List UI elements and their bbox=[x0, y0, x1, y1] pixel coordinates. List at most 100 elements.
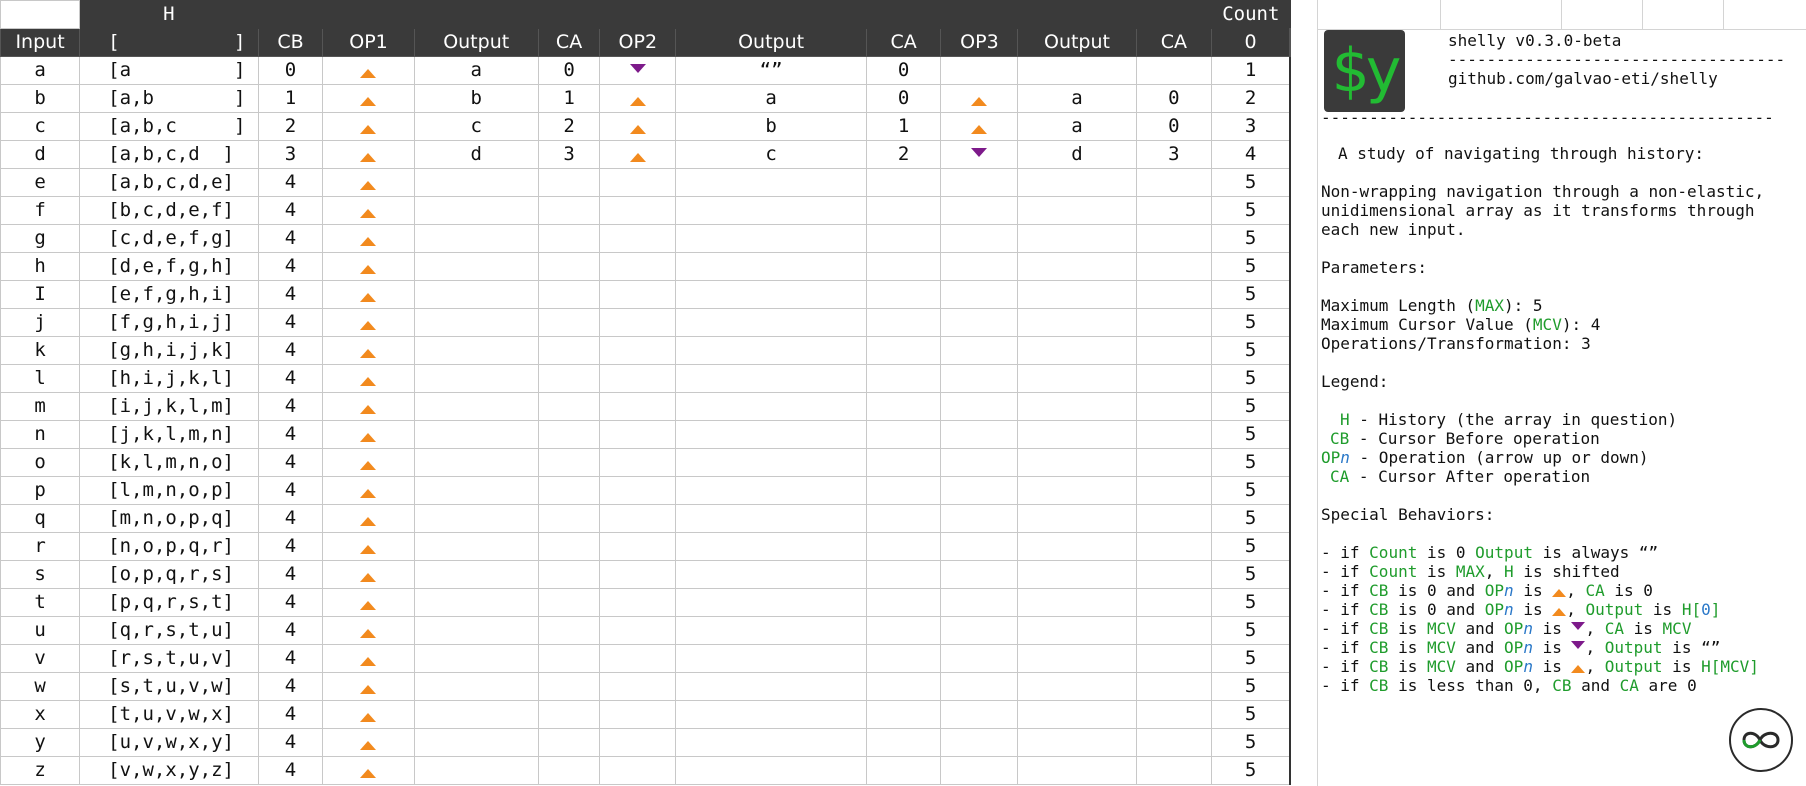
cell-cb[interactable]: 4 bbox=[257, 392, 324, 421]
cell-op2[interactable] bbox=[599, 700, 677, 729]
cell-op1[interactable] bbox=[322, 616, 415, 645]
cell-ca3[interactable] bbox=[1135, 364, 1213, 393]
cell-op2[interactable] bbox=[599, 196, 677, 225]
cell-out1[interactable] bbox=[413, 168, 539, 197]
cell-ca3[interactable] bbox=[1135, 392, 1213, 421]
cell-op3[interactable] bbox=[940, 560, 1019, 589]
cell-out3[interactable] bbox=[1017, 392, 1137, 421]
cell-cb[interactable]: 4 bbox=[257, 252, 324, 281]
cell-cb[interactable]: 4 bbox=[257, 420, 324, 449]
count-group-header[interactable]: Count bbox=[1211, 0, 1291, 29]
cell-op2[interactable] bbox=[599, 448, 677, 477]
cell-op2[interactable] bbox=[599, 112, 677, 141]
cell-ca3[interactable] bbox=[1135, 280, 1213, 309]
cell-ca2[interactable] bbox=[865, 560, 942, 589]
cell-op1[interactable] bbox=[322, 84, 415, 113]
cell-count[interactable]: 5 bbox=[1211, 504, 1292, 533]
cell-h[interactable]: [t,u,v,w,x] bbox=[79, 700, 259, 729]
cell-count[interactable]: 5 bbox=[1211, 756, 1292, 785]
cell-op3[interactable] bbox=[940, 672, 1019, 701]
cell-ca1[interactable] bbox=[537, 196, 601, 225]
header-output-2[interactable]: Output bbox=[675, 28, 867, 57]
cell-ca1[interactable] bbox=[537, 644, 601, 673]
cell-out3[interactable] bbox=[1017, 560, 1137, 589]
cell-input[interactable]: I bbox=[0, 280, 81, 309]
cell-count[interactable]: 5 bbox=[1211, 616, 1292, 645]
cell-out1[interactable] bbox=[413, 756, 539, 785]
cell-op2[interactable] bbox=[599, 672, 677, 701]
cell-input[interactable]: q bbox=[0, 504, 81, 533]
cell-ca3[interactable] bbox=[1135, 644, 1213, 673]
cell-ca1[interactable] bbox=[537, 168, 601, 197]
cell-op1[interactable] bbox=[322, 392, 415, 421]
cell-op1[interactable] bbox=[322, 364, 415, 393]
cell-op3[interactable] bbox=[940, 448, 1019, 477]
cell-out3[interactable] bbox=[1017, 504, 1137, 533]
cell-ca3[interactable] bbox=[1135, 672, 1213, 701]
cell-ca3[interactable] bbox=[1135, 420, 1213, 449]
cell-input[interactable]: o bbox=[0, 448, 81, 477]
cell-input[interactable]: x bbox=[0, 700, 81, 729]
cell-out3[interactable]: a bbox=[1017, 84, 1137, 113]
cell-op3[interactable] bbox=[940, 644, 1019, 673]
cell-h[interactable]: [q,r,s,t,u] bbox=[79, 616, 259, 645]
cell-h[interactable]: [g,h,i,j,k] bbox=[79, 336, 259, 365]
cell-input[interactable]: c bbox=[0, 112, 81, 141]
cell-op2[interactable] bbox=[599, 588, 677, 617]
cell-ca1[interactable] bbox=[537, 280, 601, 309]
cell-ca2[interactable] bbox=[865, 616, 942, 645]
cell-ca3[interactable] bbox=[1135, 532, 1213, 561]
h-group-header[interactable]: H bbox=[79, 0, 259, 29]
cell-input[interactable]: p bbox=[0, 476, 81, 505]
cell-count[interactable]: 5 bbox=[1211, 476, 1292, 505]
header-count[interactable]: 0 bbox=[1211, 28, 1292, 57]
cell-op1[interactable] bbox=[322, 224, 415, 253]
cell-h[interactable]: [j,k,l,m,n] bbox=[79, 420, 259, 449]
header-input[interactable]: Input bbox=[0, 28, 81, 57]
cell-out1[interactable]: a bbox=[413, 56, 539, 85]
cell-input[interactable]: l bbox=[0, 364, 81, 393]
cell-h[interactable]: [f,g,h,i,j] bbox=[79, 308, 259, 337]
cell-ca2[interactable] bbox=[865, 168, 942, 197]
cell-count[interactable]: 4 bbox=[1211, 140, 1292, 169]
cell-cb[interactable]: 4 bbox=[257, 728, 324, 757]
cell-out1[interactable] bbox=[413, 448, 539, 477]
cell-out3[interactable] bbox=[1017, 728, 1137, 757]
cell-ca2[interactable] bbox=[865, 588, 942, 617]
header-output-3[interactable]: Output bbox=[1017, 28, 1137, 57]
cell-out3[interactable] bbox=[1017, 252, 1137, 281]
cell-count[interactable]: 5 bbox=[1211, 252, 1292, 281]
cell-out1[interactable] bbox=[413, 700, 539, 729]
cell-op2[interactable] bbox=[599, 392, 677, 421]
cell-ca2[interactable] bbox=[865, 532, 942, 561]
cell-h[interactable]: [p,q,r,s,t] bbox=[79, 588, 259, 617]
cell-op2[interactable] bbox=[599, 280, 677, 309]
cell-cb[interactable]: 4 bbox=[257, 504, 324, 533]
cell-h[interactable]: [c,d,e,f,g] bbox=[79, 224, 259, 253]
cell-ca3[interactable] bbox=[1135, 168, 1213, 197]
cell-cb[interactable]: 4 bbox=[257, 308, 324, 337]
cell-ca1[interactable] bbox=[537, 616, 601, 645]
cell-h[interactable]: [r,s,t,u,v] bbox=[79, 644, 259, 673]
cell-out1[interactable] bbox=[413, 672, 539, 701]
cell-cb[interactable]: 4 bbox=[257, 364, 324, 393]
cell-cb[interactable]: 4 bbox=[257, 336, 324, 365]
cell-count[interactable]: 3 bbox=[1211, 112, 1292, 141]
cell-input[interactable]: a bbox=[0, 56, 81, 85]
cell-h[interactable]: [m,n,o,p,q] bbox=[79, 504, 259, 533]
cell-ca1[interactable] bbox=[537, 224, 601, 253]
cell-op3[interactable] bbox=[940, 224, 1019, 253]
cell-out2[interactable] bbox=[675, 532, 867, 561]
cell-h[interactable]: [v,w,x,y,z] bbox=[79, 756, 259, 785]
cell-op2[interactable] bbox=[599, 168, 677, 197]
cell-op2[interactable] bbox=[599, 728, 677, 757]
cell-ca3[interactable] bbox=[1135, 560, 1213, 589]
cell-ca3[interactable] bbox=[1135, 224, 1213, 253]
cell-h[interactable]: [u,v,w,x,y] bbox=[79, 728, 259, 757]
cell-count[interactable]: 5 bbox=[1211, 280, 1292, 309]
cell-op2[interactable] bbox=[599, 560, 677, 589]
cell-ca1[interactable] bbox=[537, 728, 601, 757]
cell-ca2[interactable] bbox=[865, 392, 942, 421]
cell-op1[interactable] bbox=[322, 140, 415, 169]
cell-op1[interactable] bbox=[322, 756, 415, 785]
